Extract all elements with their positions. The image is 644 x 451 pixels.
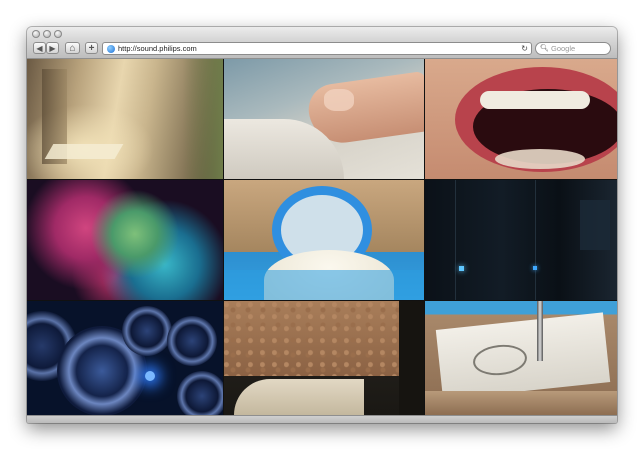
tile-light-room[interactable]: [27, 59, 223, 179]
tile-ink-cloud[interactable]: [27, 180, 223, 300]
close-window-button[interactable]: [32, 30, 40, 38]
globe-icon: [107, 45, 115, 53]
search-icon: 🔍︎: [540, 45, 549, 52]
zoom-window-button[interactable]: [54, 30, 62, 38]
forward-button[interactable]: ▶: [46, 42, 59, 54]
address-bar[interactable]: http://sound.philips.com ↻: [102, 42, 532, 55]
forward-icon: ▶: [49, 44, 56, 53]
back-icon: ◀: [36, 44, 43, 53]
back-button[interactable]: ◀: [33, 42, 46, 54]
browser-window: ◀ ▶ ⌂ + http://sound.philips.com ↻ 🔍︎ Go…: [27, 27, 617, 423]
page-content: [27, 59, 617, 415]
browser-toolbar: ◀ ▶ ⌂ + http://sound.philips.com ↻ 🔍︎ Go…: [27, 40, 617, 59]
minimize-window-button[interactable]: [43, 30, 51, 38]
reload-icon[interactable]: ↻: [521, 43, 528, 54]
url-text: http://sound.philips.com: [118, 44, 197, 53]
tile-speaker-part[interactable]: [224, 180, 424, 300]
add-bookmark-button[interactable]: +: [85, 42, 98, 54]
tile-stamp[interactable]: [425, 301, 617, 415]
search-field[interactable]: 🔍︎ Google: [535, 42, 611, 55]
tile-finger[interactable]: [224, 59, 424, 179]
tile-mouth[interactable]: [425, 59, 617, 179]
status-bar: [27, 415, 617, 423]
search-placeholder: Google: [551, 44, 576, 53]
title-bar: [27, 27, 617, 40]
tile-dark-lights[interactable]: [425, 180, 617, 300]
plus-icon: +: [88, 43, 95, 54]
home-icon: ⌂: [69, 43, 76, 54]
tile-cork[interactable]: [224, 301, 424, 415]
tile-speakers[interactable]: [27, 301, 223, 415]
home-button[interactable]: ⌂: [65, 42, 80, 54]
